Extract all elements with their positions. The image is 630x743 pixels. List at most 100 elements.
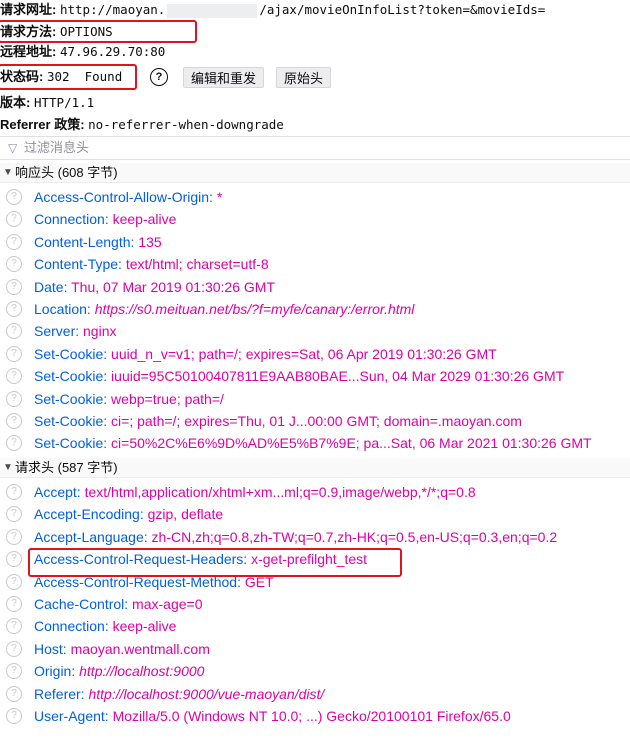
raw-headers-button[interactable]: 原始头 [276, 67, 332, 88]
header-value: webp=true; path=/ [111, 390, 224, 407]
question-circle-icon[interactable]: ? [6, 413, 22, 429]
header-row[interactable]: ? Content-Type: text/html; charset=utf-8 [0, 253, 630, 275]
filter-headers-bar[interactable]: ▽ 过滤消息头 [0, 136, 630, 160]
header-value: zh-CN,zh;q=0.8,zh-TW;q=0.7,zh-HK;q=0.5,e… [151, 528, 558, 545]
header-value: GET [244, 573, 274, 590]
question-circle-icon[interactable]: ? [6, 390, 22, 407]
header-row[interactable]: ? Accept-Encoding: gzip, deflate [0, 503, 630, 525]
header-value: text/html; charset=utf-8 [125, 256, 269, 273]
question-circle-icon[interactable]: ? [6, 596, 22, 612]
header-name: Accept: text/html,application/xhtml+xm..… [34, 484, 476, 500]
referrer-policy-label: Referrer 政策: [0, 117, 85, 132]
question-circle-icon[interactable]: ? [6, 435, 22, 452]
header-row[interactable]: ? Date: Thu, 07 Mar 2019 01:30:26 GMT [0, 276, 630, 298]
header-name: Date: Thu, 07 Mar 2019 01:30:26 GMT [34, 278, 275, 295]
header-name: Access-Control-Request-Method: GET [34, 573, 274, 590]
referrer-policy-value: no-referrer-when-downgrade [88, 117, 284, 132]
header-row[interactable]: ? Set-Cookie: iuuid=95C50100407811E9AAB80… [0, 365, 630, 387]
question-circle-icon[interactable]: ? [6, 233, 22, 250]
header-value: keep-alive [112, 618, 177, 635]
triangle-down-icon[interactable]: ▼ [3, 163, 13, 183]
header-value: maoyan.wentmall.com [70, 640, 210, 657]
question-circle-icon[interactable]: ? [6, 484, 22, 500]
header-name: Accept-Encoding: gzip, deflate [34, 506, 224, 523]
header-value: http://localhost:9000/vue-maoyan/dist/ [88, 685, 325, 702]
question-circle-icon[interactable]: ? [6, 278, 22, 295]
triangle-down-icon[interactable]: ▼ [3, 458, 13, 478]
header-name: Access-Control-Allow-Origin: * [34, 189, 223, 205]
request-url-line: 请求网址: http://maoyan./ajax/movieOnInfoLis… [0, 0, 545, 20]
header-row[interactable]: ? Accept-Language: zh-CN,zh;q=0.8,zh-TW;q… [0, 526, 630, 548]
question-circle-icon[interactable]: ? [6, 618, 22, 635]
request-headers-title: 请求头 (587 字节) [15, 460, 118, 475]
header-name: Content-Length: 135 [34, 233, 162, 250]
question-circle-icon[interactable]: ? [6, 211, 22, 228]
header-name: Set-Cookie: webp=true; path=/ [34, 390, 224, 407]
header-row[interactable]: ? Accept: text/html,application/xhtml+xm.… [0, 481, 630, 503]
header-name: Content-Type: text/html; charset=utf-8 [34, 256, 269, 273]
header-name: Connection: keep-alive [34, 618, 177, 635]
header-row[interactable]: ? Location: https://s0.meituan.net/bs/?f=… [0, 298, 630, 320]
question-circle-icon[interactable]: ? [6, 640, 22, 657]
question-circle-icon[interactable]: ? [6, 506, 22, 523]
header-row[interactable]: ? Connection: keep-alive [0, 615, 630, 637]
question-circle-icon[interactable]: ? [6, 708, 22, 724]
header-name: Host: maoyan.wentmall.com [34, 640, 210, 657]
filter-headers-input[interactable]: 过滤消息头 [24, 137, 89, 159]
question-circle-icon[interactable]: ? [6, 256, 22, 273]
request-url-label: 请求网址: [0, 2, 57, 17]
header-value: ci=; path=/; expires=Thu, 01 J...00:00 G… [111, 413, 522, 429]
question-circle-icon[interactable]: ? [6, 345, 22, 362]
header-row[interactable]: ? Content-Length: 135 [0, 231, 630, 253]
header-row[interactable]: ? Host: maoyan.wentmall.com [0, 638, 630, 660]
question-circle-icon[interactable]: ? [6, 301, 22, 317]
header-row[interactable]: ? Set-Cookie: webp=true; path=/ [0, 388, 630, 410]
header-row[interactable]: ? Connection: keep-alive [0, 208, 630, 230]
question-circle-icon[interactable]: ? [6, 189, 22, 205]
question-circle-icon[interactable]: ? [6, 573, 22, 590]
edit-resend-button[interactable]: 编辑和重发 [183, 67, 265, 88]
version-label: 版本: [0, 95, 31, 110]
referrer-policy-line: Referrer 政策: no-referrer-when-downgrade [0, 115, 284, 135]
header-name: Server: nginx [34, 323, 117, 340]
header-row[interactable]: ? Access-Control-Request-Headers: x-get-p… [0, 548, 630, 570]
header-value: Thu, 07 Mar 2019 01:30:26 GMT [71, 278, 275, 295]
header-name: Location: https://s0.meituan.net/bs/?f=m… [34, 301, 415, 317]
header-value: x-get-prefilght_test [251, 551, 368, 568]
header-row[interactable]: ? Access-Control-Allow-Origin: * [0, 186, 630, 208]
header-name: Connection: keep-alive [34, 211, 177, 228]
header-value: uuid_n_v=v1; path=/; expires=Sat, 06 Apr… [111, 345, 497, 362]
status-highlight-box [0, 64, 137, 90]
question-circle-icon[interactable]: ? [6, 663, 22, 680]
question-circle-icon[interactable]: ? [6, 685, 22, 702]
question-circle-icon[interactable]: ? [6, 528, 22, 545]
request-headers-section[interactable]: ▼ 请求头 (587 字节) [0, 458, 630, 478]
question-circle-icon[interactable]: ? [150, 68, 168, 86]
header-value: text/html,application/xhtml+xm...ml;q=0.… [84, 484, 476, 500]
request-url-value[interactable]: http://maoyan./ajax/movieOnInfoList?toke… [60, 2, 545, 18]
header-name: Set-Cookie: uuid_n_v=v1; path=/; expires… [34, 345, 497, 362]
header-row[interactable]: ? Access-Control-Request-Method: GET [0, 571, 630, 593]
header-value: Mozilla/5.0 (Windows NT 10.0; ...) Gecko… [112, 708, 511, 724]
header-row[interactable]: ? Set-Cookie: ci=50%2C%E6%9D%AD%E5%B7%9E;… [0, 432, 630, 454]
version-value: HTTP/1.1 [33, 95, 95, 110]
header-name: Accept-Language: zh-CN,zh;q=0.8,zh-TW;q=… [34, 528, 558, 545]
header-value: iuuid=95C50100407811E9AAB80BAE...Sun, 04… [111, 368, 565, 385]
header-value: max-age=0 [132, 596, 203, 612]
question-circle-icon[interactable]: ? [6, 323, 22, 340]
header-name: Access-Control-Request-Headers: x-get-pr… [34, 551, 368, 568]
header-name: Cache-Control: max-age=0 [34, 596, 203, 612]
header-row[interactable]: ? Origin: http://localhost:9000 [0, 660, 630, 682]
question-circle-icon[interactable]: ? [6, 368, 22, 385]
response-headers-section[interactable]: ▼ 响应头 (608 字节) [0, 163, 630, 183]
header-row[interactable]: ? Referer: http://localhost:9000/vue-maoy… [0, 683, 630, 705]
header-row[interactable]: ? Set-Cookie: uuid_n_v=v1; path=/; expire… [0, 343, 630, 365]
header-value: nginx [83, 323, 117, 340]
header-row[interactable]: ? Cache-Control: max-age=0 [0, 593, 630, 615]
header-row[interactable]: ? Server: nginx [0, 320, 630, 342]
header-row[interactable]: ? Set-Cookie: ci=; path=/; expires=Thu, 0… [0, 410, 630, 432]
question-circle-icon[interactable]: ? [6, 551, 22, 568]
remote-address-line: 远程地址: 47.96.29.70:80 [0, 42, 165, 62]
remote-address-value: 47.96.29.70:80 [59, 44, 166, 59]
header-row[interactable]: ? User-Agent: Mozilla/5.0 (Windows NT 10.… [0, 705, 630, 727]
